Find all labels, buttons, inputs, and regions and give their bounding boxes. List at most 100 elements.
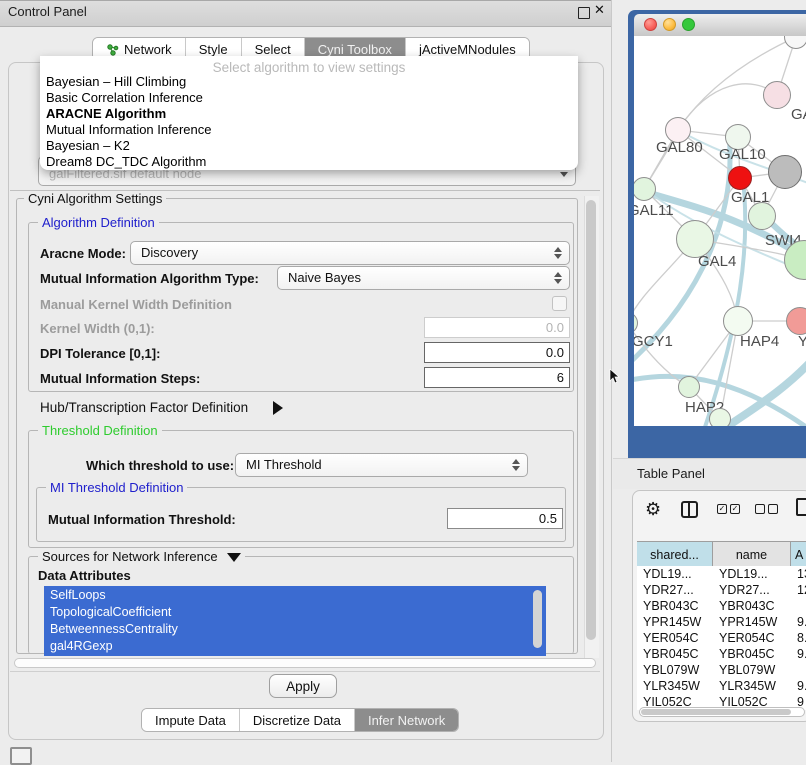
network-node[interactable] <box>786 307 806 335</box>
network-node[interactable] <box>709 408 731 426</box>
table-row[interactable]: YBR045CYBR045C9. <box>637 646 806 662</box>
close-icon[interactable]: ✕ <box>594 2 605 18</box>
kernel-width-input[interactable]: 0.0 <box>424 317 570 338</box>
table-row[interactable]: YDL19...YDL19...13 <box>637 566 806 582</box>
table-cell: YBR043C <box>637 598 713 614</box>
combo-arrows-icon <box>554 247 562 259</box>
expand-arrow-icon[interactable] <box>273 399 283 417</box>
node-label: GAL <box>791 106 806 123</box>
network-node[interactable] <box>784 36 806 49</box>
list-scrollbar-thumb[interactable] <box>533 590 542 648</box>
attribute-list-item[interactable]: SelfLoops <box>50 587 530 604</box>
cyni-settings-legend: Cyni Algorithm Settings <box>24 191 166 206</box>
table-cell: YDR27... <box>713 582 791 598</box>
zoom-traffic-light[interactable] <box>682 18 695 31</box>
table-cell: YDL19... <box>637 566 713 582</box>
dpi-tolerance-input[interactable]: 0.0 <box>424 342 570 363</box>
dropdown-item[interactable]: Dream8 DC_TDC Algorithm <box>46 154 566 170</box>
tab-label: Discretize Data <box>253 713 341 728</box>
float-window-icon[interactable] <box>578 7 590 19</box>
network-window-titlebar[interactable] <box>634 14 806 37</box>
table-horizontal-scrollbar[interactable] <box>639 707 805 717</box>
table-cell: YDL19... <box>713 566 791 582</box>
collapse-arrow-icon[interactable] <box>227 553 241 562</box>
table-cell: 8. <box>791 630 806 646</box>
select-all-checkboxes-icon[interactable]: ✓✓ <box>717 504 743 522</box>
table-row[interactable]: YER054CYER054C8. <box>637 630 806 646</box>
table-cell: YPR145W <box>713 614 791 630</box>
table-row[interactable]: YBL079WYBL079W <box>637 662 806 678</box>
sources-legend-text: Sources for Network Inference <box>42 549 218 564</box>
table-cell: YER054C <box>713 630 791 646</box>
tab-label: Impute Data <box>155 713 226 728</box>
horizontal-scrollbar[interactable] <box>14 658 596 668</box>
control-panel-titlebar <box>0 0 612 27</box>
network-node[interactable] <box>728 166 752 190</box>
tab-impute-data[interactable]: Impute Data <box>142 709 240 731</box>
network-view-window[interactable]: GALGAL80GAL10GAL1SWI4GAL11GAL4GCY1HAP4YH… <box>628 10 806 458</box>
network-canvas[interactable]: GALGAL80GAL10GAL1SWI4GAL11GAL4GCY1HAP4YH… <box>634 36 806 426</box>
table-row[interactable]: YDR27...YDR27...12 <box>637 582 806 598</box>
gear-icon[interactable]: ⚙ <box>645 500 661 518</box>
tab-discretize-data[interactable]: Discretize Data <box>240 709 355 731</box>
table-row[interactable]: YBR043CYBR043C <box>637 598 806 614</box>
node-label: HAP4 <box>740 333 779 350</box>
kernel-width-label: Kernel Width (0,1): <box>40 321 155 336</box>
network-node[interactable] <box>678 376 700 398</box>
table-header-row: shared... name A <box>637 541 806 568</box>
dropdown-item[interactable]: Mutual Information Inference <box>46 122 566 138</box>
dropdown-item[interactable]: ARACNE Algorithm <box>46 106 566 122</box>
network-node[interactable] <box>634 177 656 201</box>
close-traffic-light[interactable] <box>644 18 657 31</box>
network-node[interactable] <box>723 306 753 336</box>
tab-label: Cyni Toolbox <box>318 42 392 57</box>
network-node[interactable] <box>763 81 791 109</box>
table-cell: YLR345W <box>637 678 713 694</box>
dropdown-item[interactable]: Bayesian – K2 <box>46 138 566 154</box>
column-header-shared-name[interactable]: shared... <box>637 542 713 567</box>
dropdown-item[interactable]: Basic Correlation Inference <box>46 90 566 106</box>
tab-label: Style <box>199 42 228 57</box>
data-attributes-label: Data Attributes <box>38 568 131 583</box>
aracne-mode-combobox[interactable]: Discovery <box>130 241 570 265</box>
docked-panel-icon[interactable] <box>10 747 32 765</box>
mi-steps-input[interactable]: 6 <box>424 367 570 388</box>
network-node[interactable] <box>748 202 776 230</box>
mi-type-label: Mutual Information Algorithm Type: <box>40 271 259 286</box>
sources-legend: Sources for Network Inference <box>38 549 245 564</box>
split-columns-icon[interactable] <box>681 501 698 518</box>
node-label: GAL11 <box>634 202 674 219</box>
which-threshold-value: MI Threshold <box>246 457 322 472</box>
tab-label: Select <box>255 42 291 57</box>
attribute-list-item[interactable]: TopologicalCoefficient <box>50 604 530 621</box>
manual-kernel-label: Manual Kernel Width Definition <box>40 297 232 312</box>
table-cell <box>791 662 806 678</box>
deselect-checkboxes-icon[interactable] <box>755 504 781 522</box>
table-row[interactable]: YLR345WYLR345W9. <box>637 678 806 694</box>
document-icon[interactable] <box>796 498 806 516</box>
vertical-scrollbar-thumb[interactable] <box>586 200 596 640</box>
table-row[interactable]: YPR145WYPR145W9. <box>637 614 806 630</box>
mi-threshold-input[interactable]: 0.5 <box>447 508 563 529</box>
tab-infer-network[interactable]: Infer Network <box>355 709 458 731</box>
attribute-list-item[interactable]: BetweennessCentrality <box>50 621 530 638</box>
table-cell: YBR043C <box>713 598 791 614</box>
network-node[interactable] <box>768 155 802 189</box>
minimize-traffic-light[interactable] <box>663 18 676 31</box>
network-node[interactable] <box>634 312 638 334</box>
column-header-name[interactable]: name <box>713 542 791 567</box>
column-header-partial[interactable]: A <box>791 542 806 567</box>
which-threshold-label: Which threshold to use: <box>86 458 234 473</box>
apply-button[interactable]: Apply <box>269 674 337 698</box>
node-label: GAL4 <box>698 253 736 270</box>
table-hscroll-thumb[interactable] <box>641 709 791 715</box>
node-label: GCY1 <box>634 333 673 350</box>
which-threshold-combobox[interactable]: MI Threshold <box>235 453 528 477</box>
attribute-list-item[interactable]: gal4RGexp <box>50 638 530 655</box>
manual-kernel-checkbox[interactable] <box>552 296 567 311</box>
table-cell: 9. <box>791 614 806 630</box>
mi-type-combobox[interactable]: Naive Bayes <box>277 266 570 290</box>
dropdown-item[interactable]: Bayesian – Hill Climbing <box>46 74 566 90</box>
tab-label: Network <box>124 42 172 57</box>
table-cell: YER054C <box>637 630 713 646</box>
